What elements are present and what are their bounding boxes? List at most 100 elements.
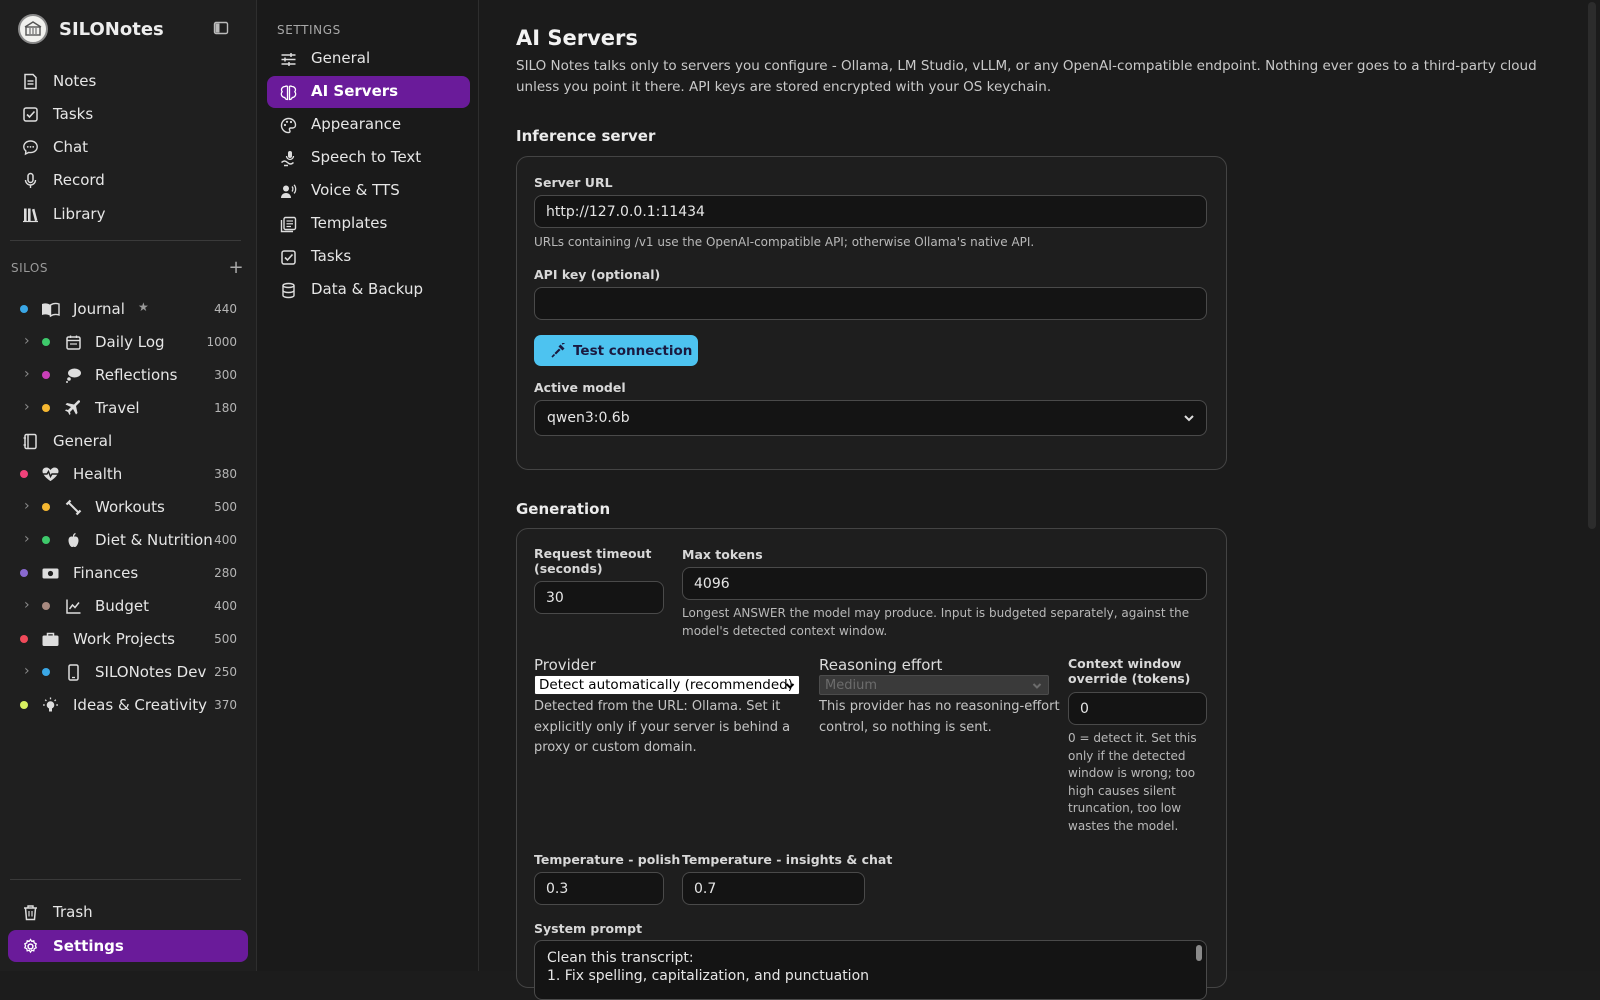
nav-label: Trash — [53, 903, 93, 921]
chevron-right-icon[interactable]: › — [24, 366, 30, 382]
chevron-down-icon — [785, 681, 795, 691]
settings-tab-label: Data & Backup — [311, 280, 424, 298]
silo-color-dot — [42, 536, 50, 544]
silo-count: 180 — [214, 401, 237, 415]
chevron-right-icon[interactable]: › — [24, 399, 30, 415]
active-model-label: Active model — [534, 380, 626, 395]
nav-label: Record — [53, 171, 105, 189]
notes-icon — [22, 73, 39, 90]
nav-trash[interactable]: Trash — [8, 896, 248, 928]
palette-icon — [280, 117, 297, 134]
system-prompt-textarea[interactable]: Clean this transcript: 1. Fix spelling, … — [534, 940, 1207, 1000]
settings-tab-appearance[interactable]: Appearance — [267, 109, 470, 141]
temperature-insights-input[interactable]: 0.7 — [682, 872, 865, 905]
silo-silonotes-dev[interactable]: › SILONotes Dev 250 — [0, 657, 250, 687]
temperature-polish-input[interactable]: 0.3 — [534, 872, 664, 905]
max-tokens-input[interactable]: 4096 — [682, 567, 1207, 600]
nav-tasks[interactable]: Tasks — [8, 98, 248, 130]
star-icon[interactable]: ★ — [138, 300, 149, 314]
money-icon — [41, 565, 59, 582]
api-key-input[interactable] — [534, 287, 1207, 320]
chevron-right-icon[interactable]: › — [24, 333, 30, 349]
notebook-icon — [22, 433, 39, 450]
silo-color-dot — [42, 668, 50, 676]
chevron-right-icon[interactable]: › — [24, 597, 30, 613]
tasks-icon — [22, 106, 39, 123]
silo-count: 1000 — [206, 335, 237, 349]
test-connection-button[interactable]: Test connection — [534, 335, 698, 366]
silo-label: Health — [73, 465, 123, 483]
templates-icon — [280, 216, 297, 233]
apple-icon — [65, 532, 82, 549]
server-url-input[interactable]: http://127.0.0.1:11434 — [534, 195, 1207, 228]
silo-budget[interactable]: › Budget 400 — [0, 591, 250, 621]
silo-color-dot — [20, 569, 28, 577]
label-line: (seconds) — [534, 560, 603, 576]
scrollbar[interactable] — [1584, 0, 1600, 971]
chevron-right-icon[interactable]: › — [24, 498, 30, 514]
max-tokens-help: Longest ANSWER the model may produce. In… — [682, 605, 1189, 640]
nav-notes[interactable]: Notes — [8, 65, 248, 97]
help-line: only if the detected — [1068, 748, 1186, 763]
app-sidebar: SILONotes Notes Tasks Chat Record Librar… — [0, 0, 257, 971]
nav-settings[interactable]: Settings — [8, 930, 248, 962]
context-window-input[interactable]: 0 — [1068, 692, 1207, 725]
provider-value: Detect automatically (recommended) — [539, 677, 794, 693]
silo-ideas-creativity[interactable]: Ideas & Creativity 370 — [0, 690, 250, 720]
silo-label: Daily Log — [95, 333, 165, 351]
silo-travel[interactable]: › Travel 180 — [0, 393, 250, 423]
system-prompt-line: 1. Fix spelling, capitalization, and pun… — [547, 968, 870, 984]
help-line: high causes silent — [1068, 783, 1176, 798]
silo-finances[interactable]: Finances 280 — [0, 558, 250, 588]
nav-label: Settings — [53, 937, 124, 955]
nav-chat[interactable]: Chat — [8, 131, 248, 163]
settings-tab-data-backup[interactable]: Data & Backup — [267, 274, 470, 306]
api-key-label: API key (optional) — [534, 267, 661, 282]
add-silo-button[interactable]: + — [228, 257, 244, 278]
silo-daily-log[interactable]: › Daily Log 1000 — [0, 327, 250, 357]
silo-journal[interactable]: Journal ★ 440 — [0, 294, 250, 324]
provider-select[interactable]: Detect automatically (recommended) — [534, 675, 800, 695]
chat-icon — [22, 139, 39, 156]
scrollbar-thumb[interactable] — [1588, 2, 1596, 529]
active-model-select[interactable]: qwen3:0.6b — [534, 400, 1207, 436]
settings-tab-speech-to-text[interactable]: Speech to Text — [267, 142, 470, 174]
settings-tab-label: Tasks — [311, 247, 352, 265]
silo-work-projects[interactable]: Work Projects 500 — [0, 624, 250, 654]
settings-tab-voice-tts[interactable]: Voice & TTS — [267, 175, 470, 207]
silo-health[interactable]: Health 380 — [0, 459, 250, 489]
context-window-help: 0 = detect it. Set this only if the detec… — [1068, 730, 1197, 835]
settings-tab-general[interactable]: General — [267, 43, 470, 75]
settings-tab-label: AI Servers — [311, 82, 399, 100]
silo-count: 400 — [214, 599, 237, 613]
chevron-right-icon[interactable]: › — [24, 663, 30, 679]
page-title: AI Servers — [516, 26, 638, 50]
nav-library[interactable]: Library — [8, 198, 248, 230]
textarea-scrollbar[interactable] — [1196, 945, 1202, 961]
brand[interactable]: SILONotes — [18, 13, 164, 45]
silo-color-dot — [42, 503, 50, 511]
chevron-right-icon[interactable]: › — [24, 531, 30, 547]
settings-tab-tasks[interactable]: Tasks — [267, 241, 470, 273]
max-tokens-label: Max tokens — [682, 547, 763, 562]
settings-tab-templates[interactable]: Templates — [267, 208, 470, 240]
section-heading-inference: Inference server — [516, 127, 656, 145]
silo-diet-nutrition[interactable]: › Diet & Nutrition 400 — [0, 525, 250, 555]
chevron-down-icon — [1032, 681, 1042, 691]
silo-label: Finances — [73, 564, 139, 582]
briefcase-icon — [41, 631, 59, 648]
label-line: Context window — [1068, 656, 1182, 671]
silo-color-dot — [42, 371, 50, 379]
silo-label: Work Projects — [73, 630, 175, 648]
sidebar-toggle-icon[interactable] — [213, 20, 229, 36]
settings-tab-ai-servers[interactable]: AI Servers — [267, 76, 470, 108]
section-heading-generation: Generation — [516, 500, 611, 518]
help-line: proxy or custom domain. — [534, 740, 697, 755]
request-timeout-input[interactable]: 30 — [534, 581, 664, 614]
nav-record[interactable]: Record — [8, 164, 248, 196]
silo-general[interactable]: General — [0, 426, 250, 456]
speaker-person-icon — [280, 183, 297, 200]
silo-reflections[interactable]: › Reflections 300 — [0, 360, 250, 390]
silo-workouts[interactable]: › Workouts 500 — [0, 492, 250, 522]
tasks-icon — [280, 249, 297, 266]
